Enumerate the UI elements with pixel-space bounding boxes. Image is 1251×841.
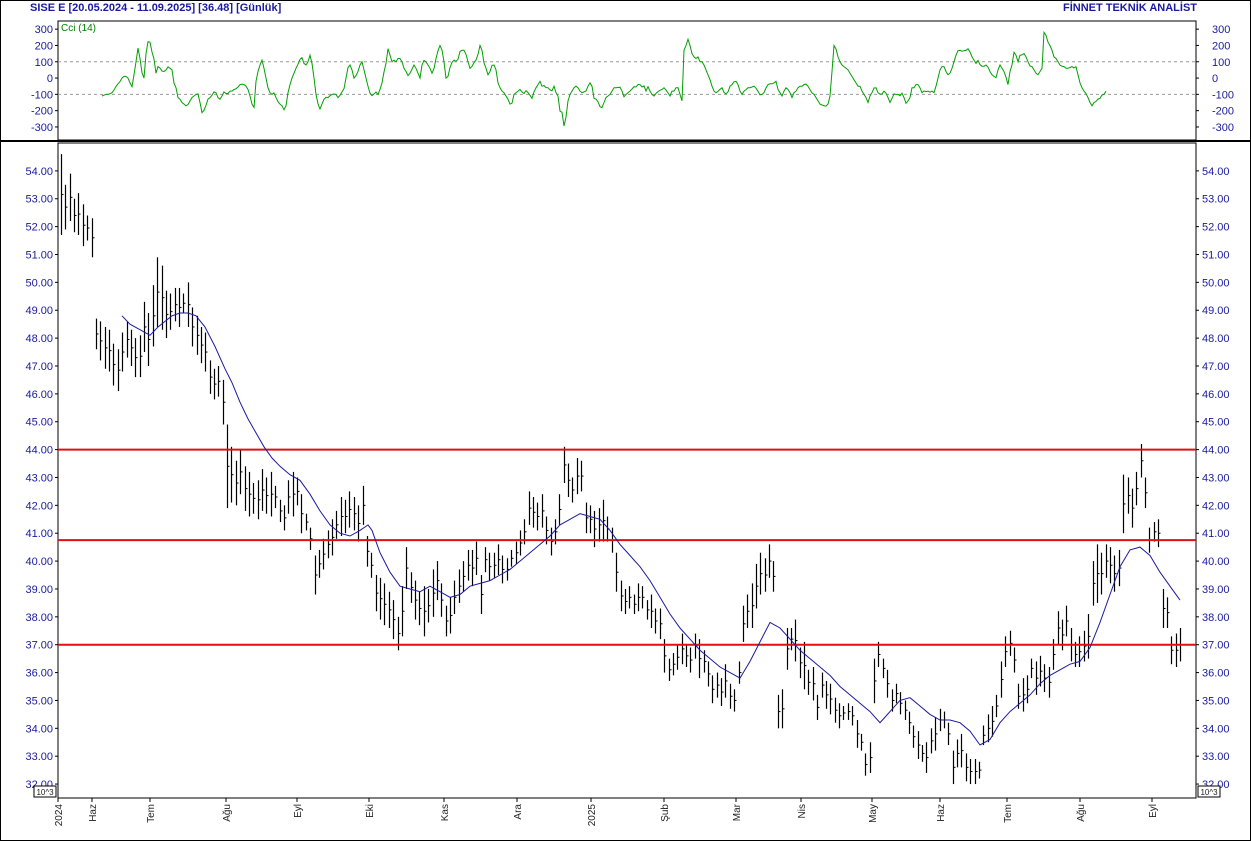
price-y-tick-left: 52.00 [25,222,53,234]
price-y-tick-left: 53.00 [25,194,53,206]
price-y-tick-right: 50.00 [1202,277,1230,289]
cci-frame [57,20,1197,141]
price-y-tick-right: 40.00 [1202,556,1230,568]
price-y-tick-right: 54.00 [1202,166,1230,178]
price-y-tick-left: 39.00 [25,584,53,596]
x-tick-label: Ağu [1076,804,1087,822]
x-tick-label: Haz [936,804,947,822]
price-y-tick-right: 43.00 [1202,472,1230,484]
price-y-tick-left: 33.00 [25,751,53,763]
price-y-tick-left: 35.00 [25,695,53,707]
cci-y-tick-right: -100 [1212,89,1234,101]
price-y-tick-right: 47.00 [1202,361,1230,373]
price-y-tick-right: 46.00 [1202,389,1230,401]
x-tick-label: Nis [797,804,808,818]
x-tick-label: Tem [146,804,157,823]
price-y-tick-left: 38.00 [25,612,53,624]
price-y-tick-right: 36.00 [1202,668,1230,680]
x-tick-label: 2025 [587,804,598,827]
cci-y-tick-right: 300 [1212,24,1230,36]
cci-y-tick-right: 200 [1212,40,1230,52]
cci-y-tick-left: 100 [35,57,53,69]
price-frame [57,142,1197,799]
price-y-tick-right: 41.00 [1202,528,1230,540]
price-y-tick-right: 34.00 [1202,723,1230,735]
chart-canvas: 300 300 200 200 100 100 0 0 -100 -100 -200 -200 -300… [0,0,1251,841]
price-y-tick-right: 49.00 [1202,305,1230,317]
x-tick-label: Şub [660,804,671,822]
x-tick-label: Kas [440,804,451,821]
price-y-tick-right: 44.00 [1202,445,1230,457]
price-panel: 54.00 54.00 53.00 53.00 52.00 52.00 51.00 51.00… [25,142,1230,799]
x-axis: 2024 Haz Tem Ağu Eyl Eki Kas Ara 2025 Şub Mar Nis Ma… [54,798,1159,826]
price-y-tick-left: 46.00 [25,389,53,401]
x-tick-label: 2024 [54,804,65,827]
x-tick-label: Mar [732,803,743,821]
unit-label-right: 10^3 [1200,788,1218,797]
price-y-tick-left: 47.00 [25,361,53,373]
price-y-tick-left: 34.00 [25,723,53,735]
cci-y-tick-right: -300 [1212,122,1234,134]
price-y-tick-left: 50.00 [25,277,53,289]
cci-y-tick-left: 200 [35,40,53,52]
x-tick-label: Tem [1003,804,1014,823]
price-y-tick-right: 33.00 [1202,751,1230,763]
price-y-tick-right: 45.00 [1202,417,1230,429]
price-y-tick-left: 36.00 [25,668,53,680]
price-y-tick-left: 43.00 [25,472,53,484]
price-y-tick-right: 51.00 [1202,249,1230,261]
price-y-tick-right: 35.00 [1202,695,1230,707]
price-y-tick-left: 41.00 [25,528,53,540]
price-y-tick-left: 44.00 [25,445,53,457]
x-tick-label: Ara [513,804,524,820]
price-y-tick-left: 40.00 [25,556,53,568]
price-y-tick-right: 53.00 [1202,194,1230,206]
price-y-tick-left: 54.00 [25,166,53,178]
cci-title: Cci (14) [61,23,96,34]
price-y-tick-right: 48.00 [1202,333,1230,345]
cci-y-tick-right: -200 [1212,106,1234,118]
x-tick-label: Eyl [1148,804,1159,818]
x-tick-label: May [868,804,879,823]
price-y-tick-right: 52.00 [1202,222,1230,234]
price-y-tick-right: 42.00 [1202,500,1230,512]
x-tick-label: Eyl [293,804,304,818]
price-y-tick-left: 42.00 [25,500,53,512]
cci-y-tick-left: 300 [35,24,53,36]
cci-y-tick-right: 100 [1212,57,1230,69]
price-y-tick-left: 51.00 [25,249,53,261]
price-y-tick-left: 48.00 [25,333,53,345]
cci-y-tick-right: 0 [1212,73,1218,85]
price-y-tick-left: 45.00 [25,417,53,429]
cci-y-tick-left: -200 [31,106,53,118]
price-y-tick-right: 38.00 [1202,612,1230,624]
price-y-tick-right: 39.00 [1202,584,1230,596]
unit-label-left: 10^3 [36,788,54,797]
cci-y-tick-left: -100 [31,89,53,101]
cci-y-tick-left: 0 [47,73,53,85]
x-tick-label: Eki [365,804,376,818]
price-y-tick-right: 37.00 [1202,640,1230,652]
price-y-tick-left: 49.00 [25,305,53,317]
cci-y-tick-left: -300 [31,122,53,134]
price-y-tick-left: 37.00 [25,640,53,652]
x-tick-label: Haz [88,804,99,822]
x-tick-label: Ağu [222,804,233,822]
